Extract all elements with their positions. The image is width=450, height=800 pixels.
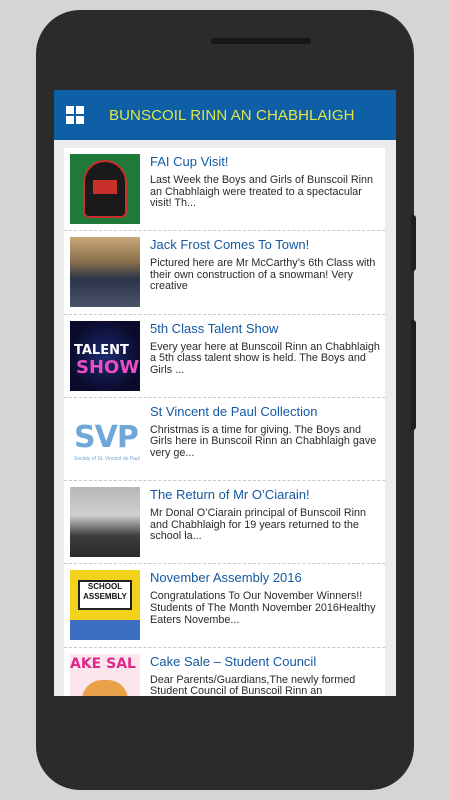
post-thumbnail[interactable]	[70, 154, 140, 224]
post-title[interactable]: FAI Cup Visit!	[150, 154, 382, 170]
post-item[interactable]: SVP Society of St. Vincent de Paul St Vi…	[64, 398, 385, 482]
post-thumbnail[interactable]: AKE SAL	[70, 653, 140, 696]
volume-button	[411, 215, 416, 271]
post-excerpt: Every year here at Bunscoil Rinn an Chab…	[150, 340, 380, 376]
post-excerpt: Dear Parents/Guardians,The newly formed …	[150, 673, 356, 696]
post-item[interactable]: FAI Cup Visit! Last Week the Boys and Gi…	[64, 148, 385, 232]
post-thumbnail[interactable]	[70, 487, 140, 558]
post-title[interactable]: The Return of Mr O’Ciarain!	[150, 487, 382, 503]
posts-list: FAI Cup Visit! Last Week the Boys and Gi…	[64, 148, 385, 696]
thumb-label: AKE SAL	[70, 655, 136, 672]
thumb-label: SHOW	[76, 356, 140, 378]
post-thumbnail[interactable]: TALENT SHOW	[70, 320, 140, 391]
post-item[interactable]: SCHOOL ASSEMBLY November Assembly 2016 C…	[64, 564, 385, 648]
app-bar: BUNSCOIL RINN AN CHABHLAIGH	[54, 90, 396, 140]
post-title[interactable]: Jack Frost Comes To Town!	[150, 237, 382, 253]
post-title[interactable]: 5th Class Talent Show	[150, 321, 382, 337]
post-excerpt: Christmas is a time for giving. The Boys…	[150, 423, 377, 460]
post-thumbnail[interactable]	[70, 237, 140, 308]
thumb-caption: Society of St. Vincent de Paul	[74, 455, 140, 462]
cork-city-crest-icon	[83, 160, 127, 218]
post-item[interactable]: AKE SAL Cake Sale – Student Council Dear…	[64, 648, 385, 696]
post-title[interactable]: November Assembly 2016	[150, 570, 382, 586]
post-thumbnail[interactable]: SVP Society of St. Vincent de Paul	[70, 403, 140, 474]
post-excerpt: Last Week the Boys and Girls of Bunscoil…	[150, 174, 374, 210]
grid-menu-icon[interactable]	[66, 106, 84, 124]
speaker-grille	[211, 38, 311, 44]
thumb-label: TALENT	[74, 342, 129, 358]
post-item[interactable]: The Return of Mr O’Ciarain! Mr Donal O’C…	[64, 481, 385, 565]
floor-shape	[70, 620, 140, 641]
post-title[interactable]: St Vincent de Paul Collection	[150, 404, 382, 420]
power-button	[411, 320, 416, 430]
post-item[interactable]: TALENT SHOW 5th Class Talent Show Every …	[64, 315, 385, 398]
post-thumbnail[interactable]: SCHOOL ASSEMBLY	[70, 570, 140, 641]
post-item[interactable]: Jack Frost Comes To Town! Pictured here …	[64, 231, 385, 315]
app-screen: BUNSCOIL RINN AN CHABHLAIGH FAI Cup Visi…	[54, 90, 396, 696]
app-title: BUNSCOIL RINN AN CHABHLAIGH	[109, 106, 355, 124]
post-excerpt: Mr Donal O’Ciarain principal of Bunscoil…	[150, 507, 367, 543]
thumb-label: SVP	[74, 419, 139, 455]
cupcake-icon	[82, 679, 128, 696]
post-excerpt: Congratulations To Our November Winners!…	[150, 590, 376, 626]
post-title[interactable]: Cake Sale – Student Council	[150, 654, 382, 670]
thumb-label: SCHOOL ASSEMBLY	[83, 582, 127, 602]
post-excerpt: Pictured here are Mr McCarthy’s 6th Clas…	[150, 257, 376, 293]
